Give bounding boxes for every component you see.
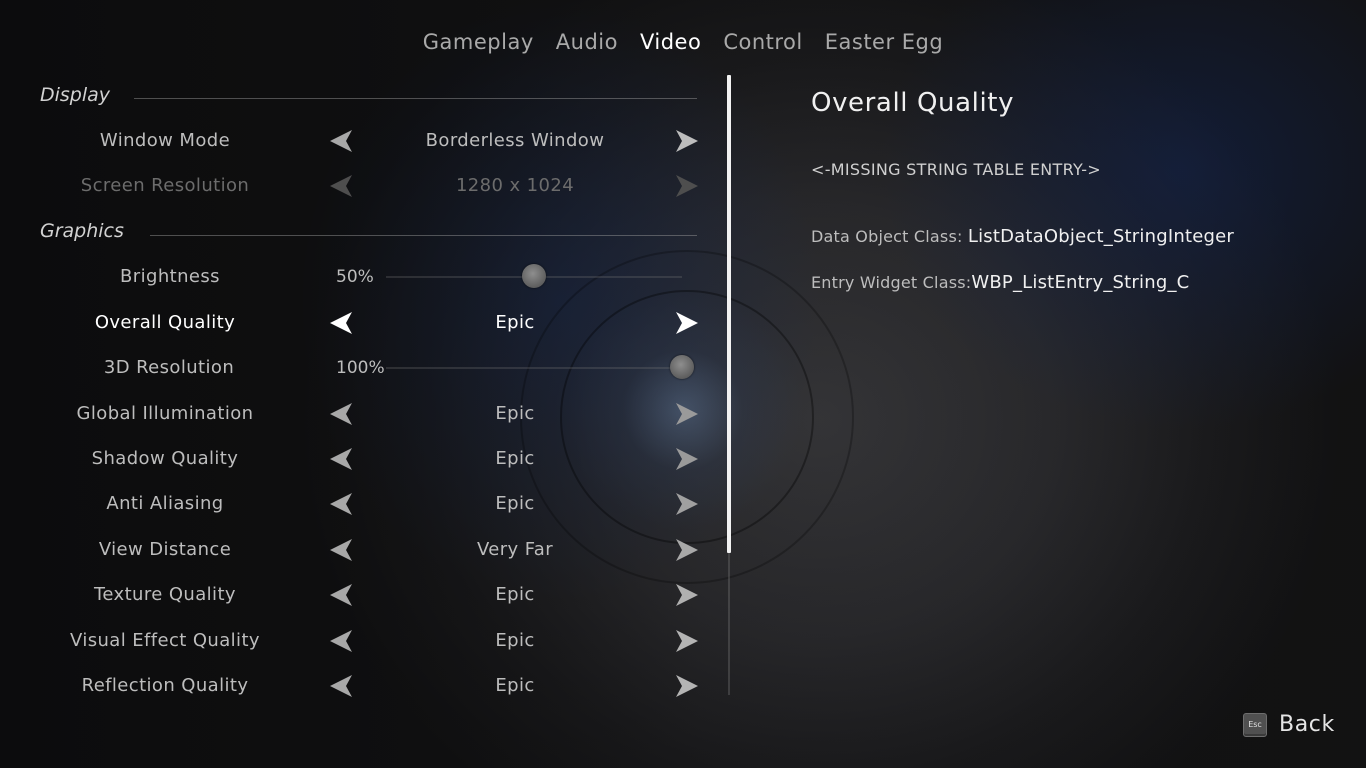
setting-label: Global Illumination xyxy=(76,403,254,424)
setting-value: Epic xyxy=(495,630,535,651)
setting-label: View Distance xyxy=(98,539,232,560)
setting-value: Epic xyxy=(495,675,535,696)
setting-value: Epic xyxy=(495,403,535,424)
section-divider xyxy=(150,235,697,236)
setting-row-global-illumination[interactable]: Global Illumination Epic xyxy=(0,394,720,434)
arrow-left-icon[interactable] xyxy=(328,311,354,335)
data-object-class-value: ListDataObject_StringInteger xyxy=(967,226,1234,247)
setting-row-texture-quality[interactable]: Texture Quality Epic xyxy=(0,575,720,615)
tab-audio[interactable]: Audio xyxy=(556,26,618,58)
setting-label: Anti Aliasing xyxy=(106,493,224,514)
setting-label: Screen Resolution xyxy=(80,175,250,196)
setting-row-window-mode[interactable]: Window Mode Borderless Window xyxy=(0,121,720,161)
setting-label: Shadow Quality xyxy=(91,448,239,469)
arrow-right-icon[interactable] xyxy=(674,538,700,562)
setting-row-reflection-quality[interactable]: Reflection Quality Epic xyxy=(0,666,720,706)
arrow-right-icon[interactable] xyxy=(674,447,700,471)
setting-row-anti-aliasing[interactable]: Anti Aliasing Epic xyxy=(0,484,720,524)
arrow-left-icon[interactable] xyxy=(328,583,354,607)
arrow-left-icon[interactable] xyxy=(328,402,354,426)
entry-widget-class-value: WBP_ListEntry_String_C xyxy=(971,272,1190,293)
section-header-display: Display xyxy=(40,84,111,106)
detail-title: Overall Quality xyxy=(811,88,1015,118)
setting-label: 3D Resolution xyxy=(103,357,235,378)
arrow-right-icon xyxy=(674,174,700,198)
data-object-class-label: Data Object Class: xyxy=(811,227,968,246)
3d-resolution-slider[interactable] xyxy=(386,355,694,379)
section-divider xyxy=(134,98,697,99)
setting-row-visual-effect-quality[interactable]: Visual Effect Quality Epic xyxy=(0,621,720,661)
esc-key-icon: Esc xyxy=(1243,712,1267,737)
setting-value: Very Far xyxy=(476,539,554,560)
settings-tab-bar: Gameplay Audio Video Control Easter Egg xyxy=(0,26,1366,58)
data-object-class-row: Data Object Class: ListDataObject_String… xyxy=(811,226,1234,247)
setting-value: 1280 x 1024 xyxy=(455,175,575,196)
arrow-right-icon[interactable] xyxy=(674,629,700,653)
arrow-left-icon[interactable] xyxy=(328,447,354,471)
tab-easter-egg[interactable]: Easter Egg xyxy=(825,26,943,58)
setting-row-screen-resolution: Screen Resolution 1280 x 1024 xyxy=(0,166,720,206)
setting-value: Epic xyxy=(495,312,535,333)
setting-label: Overall Quality xyxy=(94,312,236,333)
settings-scrollbar-thumb[interactable] xyxy=(727,75,731,553)
arrow-left-icon[interactable] xyxy=(328,629,354,653)
setting-row-shadow-quality[interactable]: Shadow Quality Epic xyxy=(0,439,720,479)
arrow-left-icon[interactable] xyxy=(328,129,354,153)
setting-value: Epic xyxy=(495,448,535,469)
setting-label: Texture Quality xyxy=(94,584,236,605)
arrow-right-icon[interactable] xyxy=(674,402,700,426)
arrow-left-icon[interactable] xyxy=(328,674,354,698)
setting-label: Brightness xyxy=(120,266,220,287)
arrow-right-icon[interactable] xyxy=(674,674,700,698)
setting-row-3d-resolution[interactable]: 3D Resolution 100% xyxy=(0,348,720,388)
setting-value: Epic xyxy=(495,493,535,514)
setting-row-view-distance[interactable]: View Distance Very Far xyxy=(0,530,720,570)
entry-widget-class-label: Entry Widget Class: xyxy=(811,273,972,292)
arrow-right-icon[interactable] xyxy=(674,492,700,516)
brightness-slider[interactable] xyxy=(386,264,682,288)
setting-row-brightness[interactable]: Brightness 50% xyxy=(0,257,720,297)
back-label: Back xyxy=(1279,712,1335,737)
setting-label: Reflection Quality xyxy=(81,675,249,696)
arrow-left-icon[interactable] xyxy=(328,538,354,562)
section-header-graphics: Graphics xyxy=(40,220,124,242)
arrow-right-icon[interactable] xyxy=(674,129,700,153)
setting-label: Visual Effect Quality xyxy=(70,630,260,651)
arrow-left-icon[interactable] xyxy=(328,492,354,516)
slider-knob[interactable] xyxy=(670,355,694,379)
tab-control[interactable]: Control xyxy=(723,26,802,58)
slider-knob[interactable] xyxy=(522,264,546,288)
setting-row-overall-quality[interactable]: Overall Quality Epic xyxy=(0,303,720,343)
arrow-left-icon xyxy=(328,174,354,198)
arrow-right-icon[interactable] xyxy=(674,311,700,335)
entry-widget-class-row: Entry Widget Class:WBP_ListEntry_String_… xyxy=(811,272,1189,293)
detail-description: <-MISSING STRING TABLE ENTRY-> xyxy=(811,160,1101,179)
setting-label: Window Mode xyxy=(99,130,231,151)
back-button[interactable]: Esc Back xyxy=(1243,712,1335,737)
tab-gameplay[interactable]: Gameplay xyxy=(423,26,534,58)
setting-value: Borderless Window xyxy=(425,130,605,151)
tab-video[interactable]: Video xyxy=(640,26,701,58)
arrow-right-icon[interactable] xyxy=(674,583,700,607)
setting-value: Epic xyxy=(495,584,535,605)
